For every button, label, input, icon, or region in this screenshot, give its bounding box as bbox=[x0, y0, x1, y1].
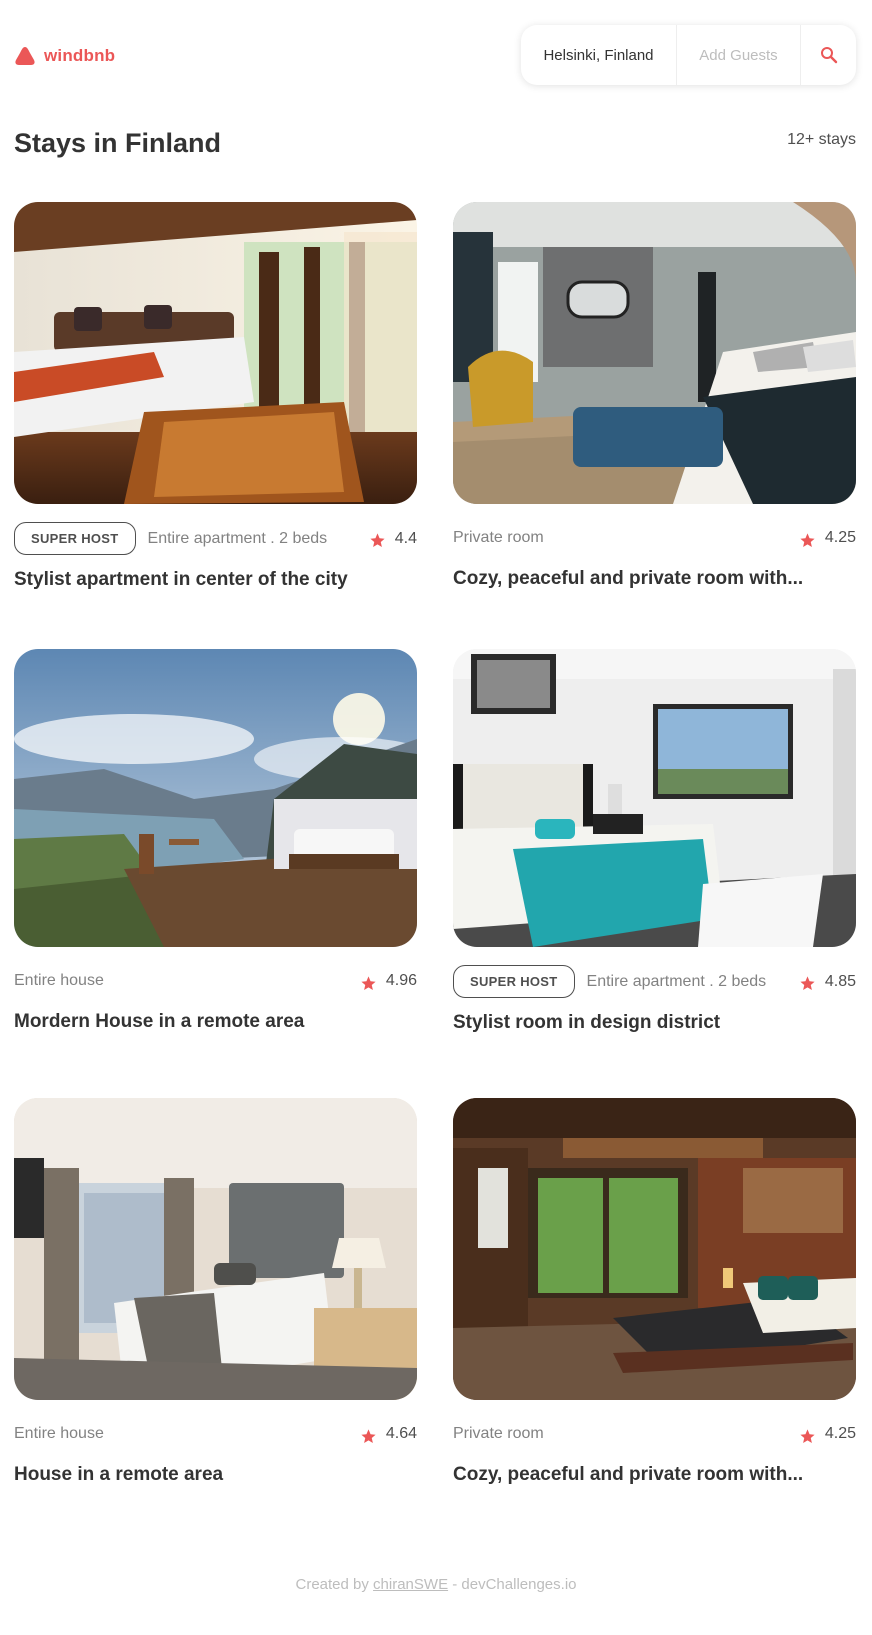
rating-value: 4.64 bbox=[385, 1425, 417, 1442]
rating-value: 4.4 bbox=[394, 529, 417, 547]
author-link[interactable]: chiranSWE bbox=[373, 1576, 448, 1593]
star-icon bbox=[361, 975, 376, 990]
footer: Created by chiranSWE - devChallenges.io bbox=[0, 1576, 872, 1593]
rating-value: 4.85 bbox=[824, 972, 856, 990]
stay-type: Entire apartment . 2 beds bbox=[147, 529, 328, 547]
star-icon bbox=[800, 1428, 815, 1443]
rating-value: 4.25 bbox=[824, 1425, 856, 1442]
stay-card[interactable]: Entire house 4.64 House in a remote area bbox=[14, 1098, 417, 1486]
rating: 4.25 bbox=[799, 528, 856, 549]
star-icon bbox=[361, 1428, 376, 1443]
superhost-badge: SUPER HOST bbox=[14, 522, 136, 555]
superhost-badge: SUPER HOST bbox=[453, 965, 575, 998]
stay-card[interactable]: SUPER HOST Entire apartment . 2 beds 4.4… bbox=[14, 202, 417, 591]
footer-prefix: Created by bbox=[295, 1576, 369, 1593]
search-bar[interactable]: Helsinki, Finland Add Guests bbox=[521, 25, 856, 85]
stay-title[interactable]: Cozy, peaceful and private room with... bbox=[453, 1464, 856, 1486]
stay-card[interactable]: Private room 4.25 Cozy, peaceful and pri… bbox=[453, 202, 856, 590]
stay-title[interactable]: Mordern House in a remote area bbox=[14, 1011, 417, 1033]
stay-title[interactable]: House in a remote area bbox=[14, 1464, 417, 1486]
mountain-view-image bbox=[14, 649, 417, 947]
bedroom-image bbox=[14, 1098, 417, 1400]
guests-field[interactable]: Add Guests bbox=[677, 25, 801, 85]
logo-icon bbox=[15, 47, 35, 65]
brand-name: windbnb bbox=[44, 46, 116, 65]
search-icon bbox=[820, 47, 837, 64]
stay-type: Private room bbox=[453, 1425, 544, 1442]
stay-type: Entire apartment . 2 beds bbox=[586, 972, 767, 990]
footer-suffix: - devChallenges.io bbox=[452, 1576, 577, 1593]
stay-type: Entire house bbox=[14, 972, 104, 989]
rating: 4.64 bbox=[360, 1424, 417, 1445]
stays-count: 12+ stays bbox=[787, 131, 856, 148]
location-field[interactable]: Helsinki, Finland bbox=[521, 25, 677, 85]
rating-value: 4.96 bbox=[385, 972, 417, 989]
rating: 4.4 bbox=[369, 528, 417, 549]
rating-value: 4.25 bbox=[824, 529, 856, 546]
stay-photo[interactable] bbox=[14, 202, 417, 504]
search-button[interactable] bbox=[801, 25, 856, 85]
brand-logo[interactable]: windbnb bbox=[14, 46, 115, 66]
stay-card[interactable]: Entire house 4.96 Mordern House in a rem… bbox=[14, 649, 417, 1033]
star-icon bbox=[800, 976, 815, 991]
rating: 4.25 bbox=[799, 1424, 856, 1445]
stay-card[interactable]: Private room 4.25 Cozy, peaceful and pri… bbox=[453, 1098, 856, 1486]
bedroom-image bbox=[453, 649, 856, 947]
stay-type: Entire house bbox=[14, 1425, 104, 1442]
stay-photo[interactable] bbox=[453, 649, 856, 947]
stay-title[interactable]: Stylist apartment in center of the city bbox=[14, 569, 417, 591]
star-icon bbox=[370, 533, 385, 548]
bedroom-image bbox=[14, 202, 417, 504]
bedroom-image bbox=[453, 202, 856, 504]
bedroom-image bbox=[453, 1098, 856, 1400]
rating: 4.85 bbox=[799, 971, 856, 992]
stay-photo[interactable] bbox=[453, 202, 856, 504]
stay-title[interactable]: Cozy, peaceful and private room with... bbox=[453, 568, 856, 590]
star-icon bbox=[800, 532, 815, 547]
stay-type: Private room bbox=[453, 529, 544, 546]
stay-photo[interactable] bbox=[453, 1098, 856, 1400]
stay-photo[interactable] bbox=[14, 649, 417, 947]
stay-photo[interactable] bbox=[14, 1098, 417, 1400]
page-title: Stays in Finland bbox=[14, 128, 222, 158]
stay-title[interactable]: Stylist room in design district bbox=[453, 1012, 856, 1034]
stay-card[interactable]: SUPER HOST Entire apartment . 2 beds 4.8… bbox=[453, 649, 856, 1034]
rating: 4.96 bbox=[360, 971, 417, 992]
